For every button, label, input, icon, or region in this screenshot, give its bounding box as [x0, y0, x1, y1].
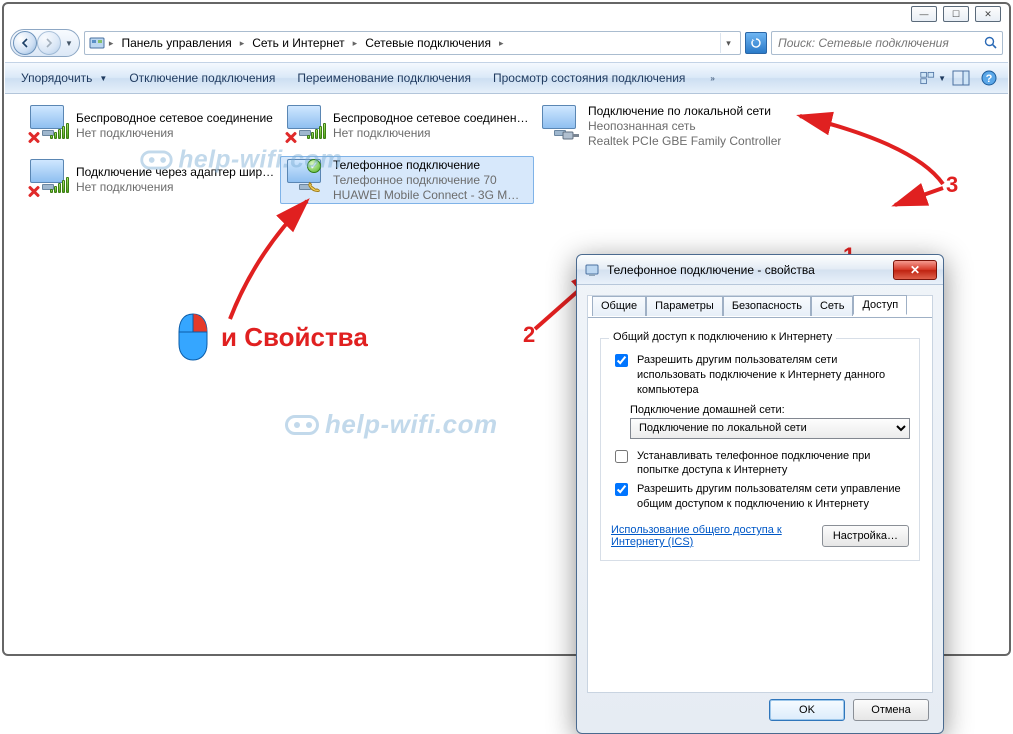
dial-on-demand-checkbox[interactable] [615, 450, 628, 463]
tab-general[interactable]: Общие [592, 296, 646, 316]
connection-item-selected[interactable]: ✓ Телефонное подключение Телефонное подк… [280, 156, 534, 204]
toolbar-disable-button[interactable]: Отключение подключения [119, 67, 285, 89]
allow-control-label: Разрешить другим пользователям сети упра… [637, 482, 909, 512]
watermark: help-wifi.com [285, 409, 498, 440]
connection-status: Телефонное подключение 70 [333, 173, 519, 188]
connection-title: Телефонное подключение [333, 158, 519, 173]
connection-title: Подключение по локальной сети [588, 104, 781, 119]
window-minimize-button[interactable]: — [911, 6, 937, 22]
chevron-right-icon: ▸ [497, 38, 506, 49]
connection-status: Нет подключения [76, 180, 276, 195]
tab-options[interactable]: Параметры [646, 296, 723, 316]
dial-on-demand-label: Устанавливать телефонное подключение при… [637, 449, 909, 479]
connection-title: Беспроводное сетевое соединение [76, 111, 273, 126]
network-adapter-icon [24, 157, 72, 203]
annotation-text: и Свойства [221, 322, 368, 353]
search-box[interactable] [771, 31, 1003, 55]
control-panel-icon [89, 35, 105, 51]
mouse-icon [175, 312, 211, 362]
arrow-left-icon [20, 38, 30, 48]
toolbar-overflow-button[interactable]: » [697, 70, 724, 87]
breadcrumb-item[interactable]: Сеть и Интернет [248, 36, 348, 50]
connection-item[interactable]: Беспроводное сетевое соединение Нет подк… [23, 102, 277, 150]
nav-recent-dropdown[interactable]: ▼ [61, 39, 77, 48]
toolbar-help-button[interactable]: ? [976, 67, 1002, 89]
toolbar-view-button[interactable]: ▼ [920, 67, 946, 89]
connection-status: Неопознанная сеть [588, 119, 781, 134]
chevron-right-icon: ▸ [351, 38, 360, 49]
groupbox-legend: Общий доступ к подключению к Интернету [609, 331, 836, 343]
breadcrumb-item[interactable]: Панель управления [117, 36, 235, 50]
connection-title: Подключение через адаптер широкополосной… [76, 165, 276, 180]
breadcrumb[interactable]: ▸ Панель управления ▸ Сеть и Интернет ▸ … [84, 31, 741, 55]
network-adapter-icon: ✓ [281, 157, 329, 203]
nav-forward-button[interactable] [37, 31, 61, 55]
tab-network[interactable]: Сеть [811, 296, 853, 316]
connection-item[interactable]: Беспроводное сетевое соединение 3 Нет по… [280, 102, 534, 150]
breadcrumb-item[interactable]: Сетевые подключения [361, 36, 495, 50]
annotation-number: 2 [523, 322, 535, 348]
breadcrumb-history-dropdown[interactable]: ▾ [720, 33, 736, 53]
ok-button[interactable]: OK [769, 699, 845, 721]
allow-sharing-checkbox[interactable] [615, 354, 628, 367]
cancel-button[interactable]: Отмена [853, 699, 929, 721]
ics-link[interactable]: Использование общего доступа к Интернету… [611, 524, 801, 548]
connection-device: Realtek PCIe GBE Family Controller [588, 134, 781, 149]
toolbar-preview-pane-button[interactable] [948, 67, 974, 89]
annotation-number: 3 [946, 172, 958, 198]
network-adapter-icon [281, 103, 329, 149]
tab-sharing[interactable]: Доступ [853, 295, 907, 315]
toolbar-status-button[interactable]: Просмотр состояния подключения [483, 67, 695, 89]
dialog-icon [585, 262, 601, 278]
refresh-button[interactable] [745, 32, 767, 54]
settings-button[interactable]: Настройка… [822, 525, 909, 547]
svg-text:?: ? [986, 73, 993, 85]
connection-status: Нет подключения [333, 126, 533, 141]
homenet-combo[interactable]: Подключение по локальной сети [630, 418, 910, 439]
toolbar-organize-button[interactable]: Упорядочить▼ [11, 67, 117, 89]
search-icon [984, 36, 998, 50]
connection-status: Нет подключения [76, 126, 273, 141]
window-close-button[interactable]: ✕ [975, 6, 1001, 22]
connection-item[interactable]: Подключение по локальной сети Неопознанн… [535, 102, 789, 150]
annotation-mouse: и Свойства [175, 312, 368, 362]
window-maximize-button[interactable]: ☐ [943, 6, 969, 22]
refresh-icon [750, 37, 762, 49]
dialog-tabs: Общие Параметры Безопасность Сеть Доступ [592, 294, 907, 314]
allow-control-checkbox[interactable] [615, 483, 628, 496]
chevron-right-icon: ▸ [107, 38, 116, 49]
chevron-right-icon: ▸ [238, 38, 247, 49]
connection-item[interactable]: Подключение через адаптер широкополосной… [23, 156, 277, 204]
nav-back-button[interactable] [13, 31, 37, 55]
properties-dialog: Телефонное подключение - свойства ✕ Общи… [576, 254, 944, 734]
network-adapter-icon [536, 103, 584, 149]
dialog-close-button[interactable]: ✕ [893, 260, 937, 280]
network-adapter-icon [24, 103, 72, 149]
allow-sharing-label: Разрешить другим пользователям сети испо… [637, 353, 909, 398]
dialog-title: Телефонное подключение - свойства [607, 263, 887, 277]
homenet-label: Подключение домашней сети: [630, 404, 909, 416]
connection-title: Беспроводное сетевое соединение 3 [333, 111, 533, 126]
arrow-right-icon [44, 38, 54, 48]
toolbar-rename-button[interactable]: Переименование подключения [287, 67, 481, 89]
tab-security[interactable]: Безопасность [723, 296, 811, 316]
connection-device: HUAWEI Mobile Connect - 3G M… [333, 188, 519, 203]
search-input[interactable] [776, 33, 984, 53]
